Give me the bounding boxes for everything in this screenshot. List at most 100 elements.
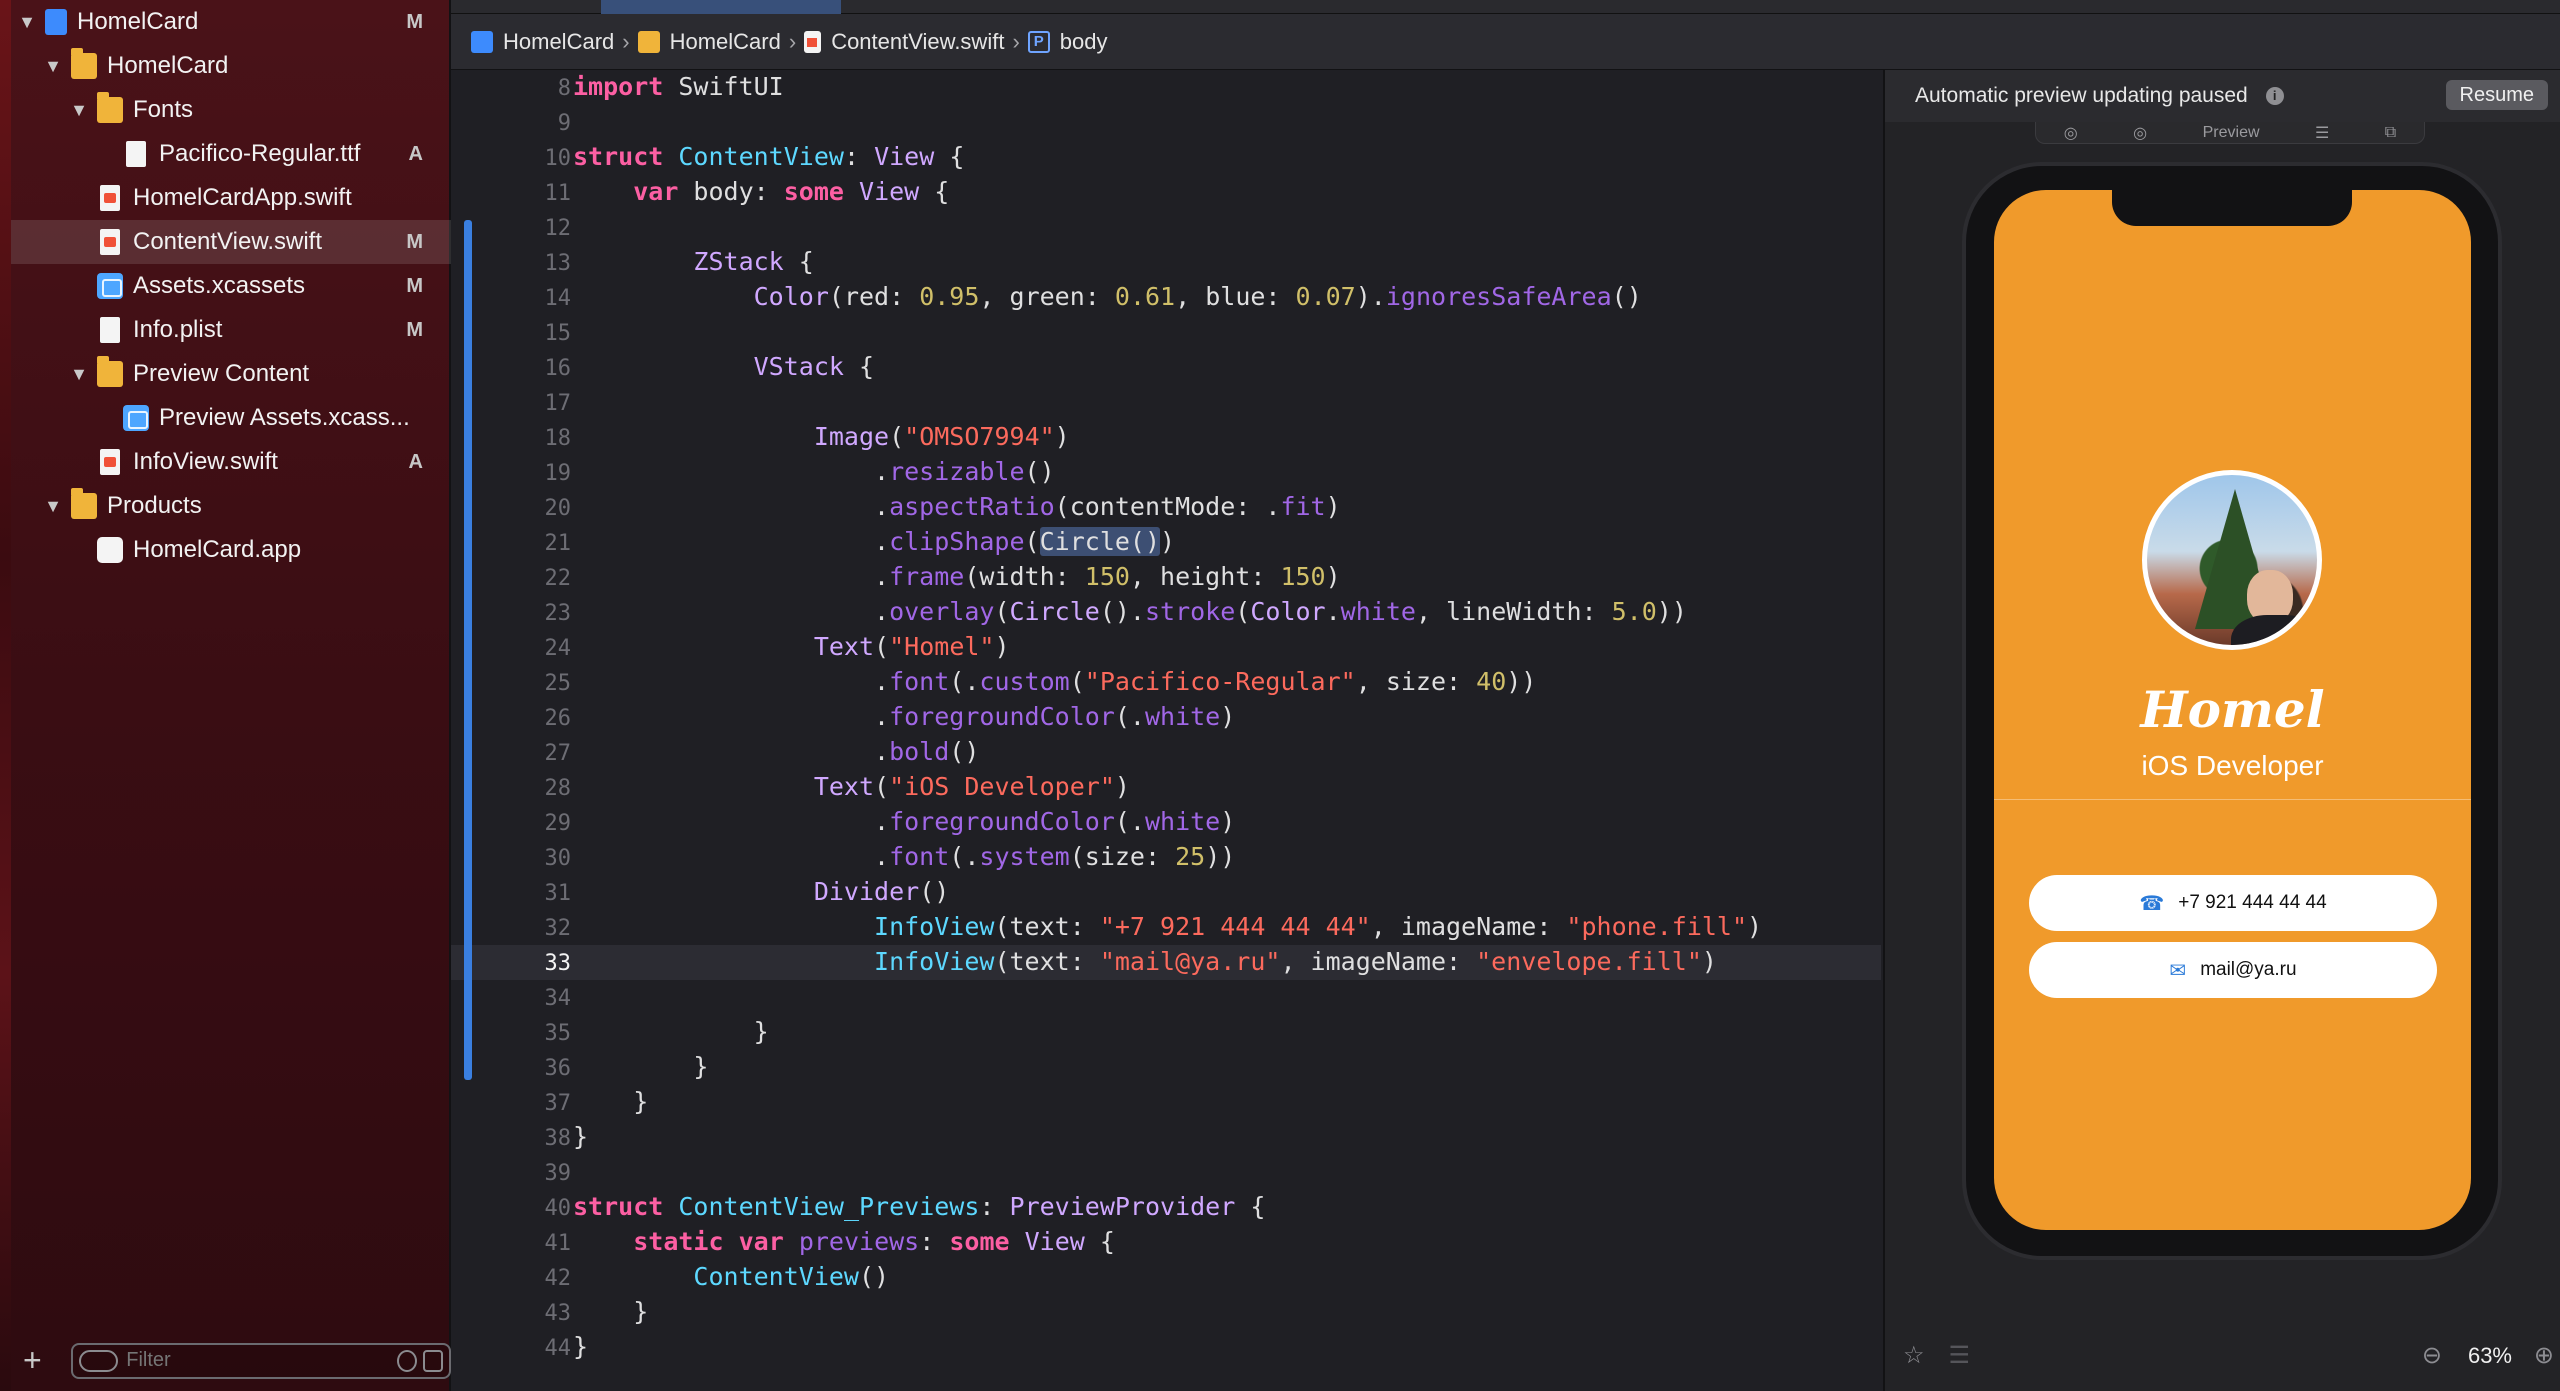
card-divider	[1994, 799, 2471, 800]
code-token: foregroundColor	[889, 807, 1115, 836]
scm-status-filter-icon[interactable]	[423, 1349, 444, 1372]
code-token: (	[1069, 667, 1085, 696]
navigator-item[interactable]: ▼ Products	[11, 484, 451, 528]
add-file-button[interactable]: +	[23, 1342, 53, 1379]
breadcrumb-item[interactable]: HomelCard	[637, 28, 781, 55]
disclosure-triangle-icon[interactable]: ▼	[69, 100, 89, 121]
code-token: )	[1701, 947, 1717, 976]
code-token: "Pacifico-Regular"	[1084, 667, 1356, 696]
editor-tab-bar	[451, 0, 2560, 14]
desktop-background	[0, 0, 11, 1391]
resume-button[interactable]: Resume	[2445, 80, 2548, 110]
navigator-footer: +	[11, 1330, 451, 1391]
navigator-item[interactable]: InfoView.swift A	[11, 440, 451, 484]
disclosure-triangle-icon[interactable]: ▼	[69, 364, 89, 385]
list-icon[interactable]: ☰	[1949, 1341, 1971, 1370]
line-number: 27	[544, 741, 572, 766]
line-number: 10	[544, 146, 572, 171]
navigator-item[interactable]: HomelCardApp.swift	[11, 176, 451, 220]
navigator-item[interactable]: Pacifico-Regular.ttf A	[11, 132, 451, 176]
inspect-preview-icon[interactable]: ☰	[2315, 123, 2329, 143]
card-name: Homel	[2140, 680, 2325, 739]
line-number: 9	[557, 111, 571, 136]
folder-icon	[637, 30, 660, 53]
line-number: 44	[544, 1336, 572, 1361]
info-row-text: mail@ya.ru	[2200, 959, 2297, 980]
code-token: 150	[1280, 562, 1326, 591]
line-number: 22	[544, 566, 572, 591]
tab-active[interactable]	[601, 0, 841, 14]
zoom-in-icon[interactable]: ⊕	[2534, 1341, 2554, 1370]
zoom-out-icon[interactable]: ⊖	[2422, 1341, 2442, 1370]
breadcrumb-label: HomelCard	[669, 28, 781, 54]
zoom-level[interactable]: 63%	[2468, 1343, 2512, 1369]
code-token: "envelope.fill"	[1476, 947, 1702, 976]
breadcrumb-item[interactable]: ContentView.swift	[804, 29, 1004, 55]
preview-status-bar: Automatic preview updating paused i Resu…	[1885, 70, 2560, 122]
source-editor[interactable]: 8 import SwiftUI 9 10 struct ContentView: Vi…	[451, 70, 1881, 1391]
code-token: .	[573, 842, 890, 871]
line-number: 41	[544, 1231, 572, 1256]
navigator-item-label: Assets.xcassets	[133, 272, 306, 300]
navigator-item[interactable]: HomelCard.app	[11, 528, 451, 572]
code-token: overlay	[889, 597, 995, 626]
breadcrumb-item[interactable]: Pbody	[1027, 29, 1107, 55]
code-token: aspectRatio	[889, 492, 1055, 521]
code-token: )	[1160, 527, 1176, 556]
duplicate-preview-icon[interactable]: ⧉	[2385, 124, 2396, 142]
navigator-filter[interactable]	[71, 1342, 451, 1379]
filter-options-icon[interactable]	[79, 1349, 119, 1372]
code-line: Divider()	[573, 877, 949, 906]
line-number: 20	[544, 496, 572, 521]
code-token: (.	[949, 842, 980, 871]
navigator-item[interactable]: ▼ Preview Content	[11, 352, 451, 396]
info-row-text: +7 921 444 44 44	[2178, 892, 2327, 913]
code-token: :	[919, 1227, 950, 1256]
pin-icon[interactable]: ☆	[1903, 1341, 1925, 1370]
line-number: 17	[544, 391, 572, 416]
device-preview-icon[interactable]: ◎	[2133, 123, 2147, 143]
swift-file-icon	[804, 30, 822, 53]
code-token: "OMSO7994"	[904, 422, 1055, 451]
preview-tab-label[interactable]: Preview	[2203, 124, 2260, 142]
navigator-item[interactable]: Preview Assets.xcass...	[11, 396, 451, 440]
code-token: .	[573, 667, 890, 696]
navigator-item-label: HomelCard	[107, 52, 229, 80]
chevron-right-icon: ›	[788, 28, 797, 54]
envelope-icon: ✉	[2169, 959, 2187, 982]
code-token: "mail@ya.ru"	[1099, 947, 1281, 976]
chevron-right-icon: ›	[1012, 28, 1020, 54]
line-number: 16	[544, 356, 572, 381]
filter-input[interactable]	[126, 1349, 392, 1372]
navigator-item[interactable]: ▼ HomelCard M	[11, 0, 451, 44]
code-token: white	[1340, 597, 1416, 626]
file-icon	[100, 317, 120, 344]
navigator-item[interactable]: Info.plist M	[11, 308, 451, 352]
code-line: InfoView(text: "mail@ya.ru", imageName: …	[573, 947, 1717, 976]
navigator-item[interactable]: ContentView.swift M	[11, 220, 451, 265]
live-preview-icon[interactable]: ◎	[2064, 123, 2078, 143]
code-token: (.	[1114, 807, 1145, 836]
navigator-item[interactable]: ▼ HomelCard	[11, 44, 451, 88]
code-token: .	[573, 527, 890, 556]
code-token: {	[783, 247, 814, 276]
navigator-item[interactable]: ▼ Fonts	[11, 88, 451, 132]
code-token: )	[1114, 772, 1130, 801]
navigator-item[interactable]: Assets.xcassets M	[11, 264, 451, 308]
code-line: }	[573, 1122, 588, 1151]
breadcrumb-item[interactable]: HomelCard	[471, 29, 614, 55]
navigator-item-label: HomelCard.app	[133, 536, 302, 564]
disclosure-triangle-icon[interactable]: ▼	[17, 12, 37, 33]
info-icon[interactable]: i	[2265, 87, 2284, 105]
code-token: .	[573, 562, 890, 591]
info-row-phone: ☎ +7 921 444 44 44	[2029, 875, 2437, 931]
folder-icon	[97, 92, 123, 124]
code-token: var	[738, 1227, 784, 1256]
disclosure-triangle-icon[interactable]: ▼	[43, 496, 63, 517]
disclosure-triangle-icon[interactable]: ▼	[43, 56, 63, 77]
code-token: 0.61	[1114, 282, 1176, 311]
code-line: Text("iOS Developer")	[573, 772, 1130, 801]
recent-files-icon[interactable]	[397, 1349, 418, 1372]
